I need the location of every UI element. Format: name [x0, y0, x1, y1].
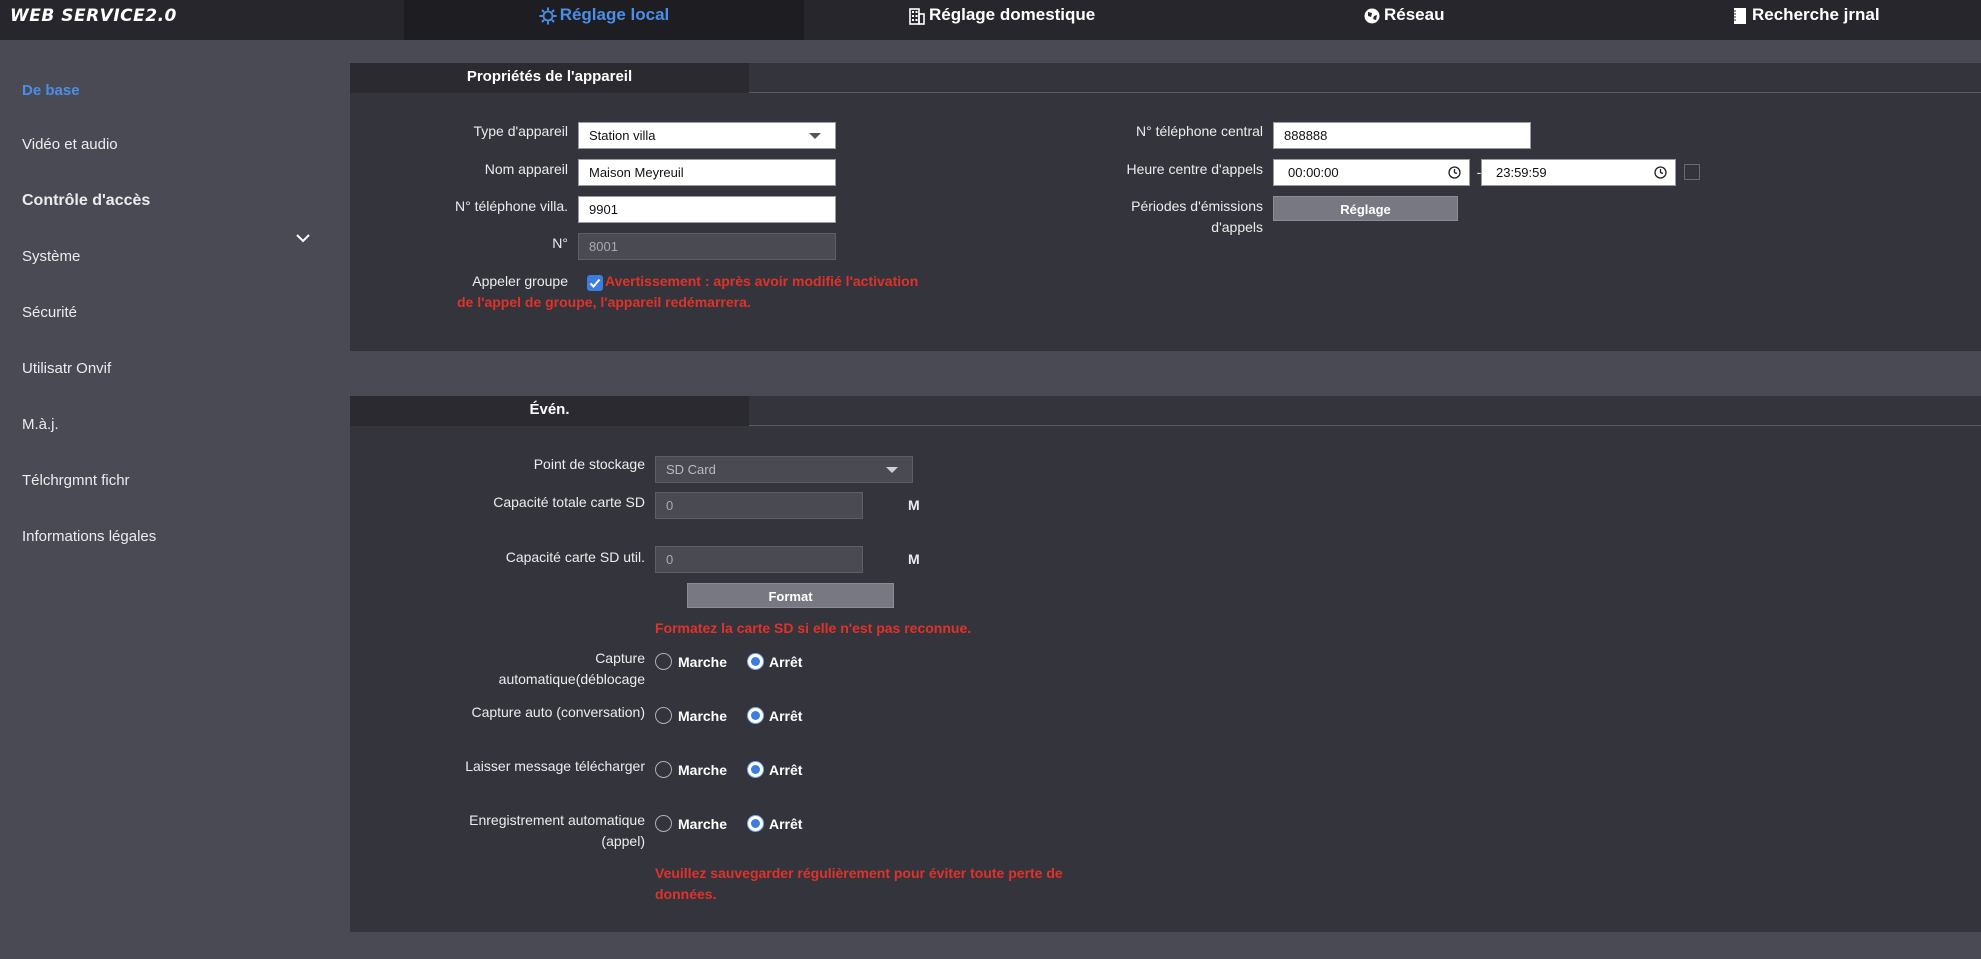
brand-logo: WEB SERVICE2.0 [10, 6, 177, 26]
tab-domestic-settings[interactable]: Réglage domestique [908, 0, 1095, 40]
call-periods-label: Périodes d'émissions d'appels [1131, 198, 1263, 235]
auto-capture-unlock-off-radio[interactable] [747, 653, 764, 670]
radio-off-label: Arrêt [769, 708, 803, 724]
villa-phone-input[interactable]: 9901 [578, 196, 836, 223]
radio-on-label: Marche [678, 708, 728, 724]
sidebar-item-system[interactable]: Système [22, 248, 80, 265]
sidebar-item-video-audio[interactable]: Vidéo et audio [22, 136, 118, 153]
storage-point-label: Point de stockage [533, 456, 645, 472]
sidebar-item-update[interactable]: M.à.j. [22, 416, 59, 433]
tab-label: Réglage local [559, 5, 670, 24]
events-panel: Évén. Point de stockage SD Card Capacité… [350, 396, 1981, 932]
sidebar-item-legal-info[interactable]: Informations légales [22, 528, 156, 545]
divider [749, 92, 1981, 93]
sd-used-unit: M [908, 551, 920, 567]
format-button[interactable]: Format [687, 583, 894, 608]
storage-point-select[interactable]: SD Card [655, 456, 913, 483]
call-center-hours-label: Heure centre d'appels [1126, 161, 1263, 177]
hours-enable-checkbox[interactable] [1684, 164, 1700, 180]
device-type-select[interactable]: Station villa [578, 122, 836, 149]
radio-off-label: Arrêt [769, 654, 803, 670]
auto-capture-conversation-on-radio[interactable] [655, 707, 672, 724]
auto-record-off-radio[interactable] [747, 815, 764, 832]
number-input: 8001 [578, 233, 836, 260]
device-properties-panel: Propriétés de l'appareil Type d'appareil… [350, 63, 1981, 351]
leave-message-on-radio[interactable] [655, 761, 672, 778]
hours-end-value: 23:59:59 [1496, 165, 1547, 180]
clock-icon[interactable] [1448, 166, 1461, 179]
hours-end-input[interactable]: 23:59:59 [1481, 159, 1676, 186]
auto-record-label: Enregistrement automatique (appel) [469, 812, 645, 849]
storage-point-value: SD Card [666, 462, 716, 477]
sidebar-item-basic[interactable]: De base [22, 82, 80, 99]
villa-phone-label: N° téléphone villa. [455, 198, 568, 214]
chevron-down-icon[interactable] [296, 233, 310, 243]
events-tab[interactable]: Évén. [350, 396, 749, 426]
leave-message-off-radio[interactable] [747, 761, 764, 778]
globe-icon [1364, 8, 1380, 24]
sidebar-item-security[interactable]: Sécurité [22, 304, 77, 321]
radio-on-label: Marche [678, 654, 728, 670]
sd-used-label: Capacité carte SD util. [505, 549, 645, 565]
tab-log-search[interactable]: Recherche jrnal [1731, 0, 1880, 40]
tab-local-settings[interactable]: Réglage local [404, 0, 804, 40]
device-properties-tab[interactable]: Propriétés de l'appareil [350, 63, 749, 93]
sd-total-label: Capacité totale carte SD [493, 494, 645, 510]
sd-total-input: 0 [655, 492, 863, 519]
leave-message-label: Laisser message télécharger [465, 758, 645, 774]
central-phone-label: N° téléphone central [1135, 123, 1263, 139]
hours-start-value: 00:00:00 [1288, 165, 1339, 180]
clock-icon[interactable] [1654, 166, 1667, 179]
sidebar: De base Vidéo et audio Contrôle d'accès … [0, 40, 330, 959]
auto-capture-unlock-label: Capture automatique(déblocage [498, 650, 645, 687]
hours-start-input[interactable]: 00:00:00 [1273, 159, 1470, 186]
save-hint: Veuillez sauvegarder régulièrement pour … [655, 865, 1063, 902]
divider [749, 425, 1981, 426]
tab-label: Recherche jrnal [1752, 5, 1880, 24]
sidebar-item-file-download[interactable]: Télchrgmnt fichr [22, 472, 130, 489]
device-type-label: Type d'appareil [473, 123, 568, 139]
device-name-label: Nom appareil [484, 161, 568, 177]
gear-icon [539, 7, 557, 25]
sidebar-item-onvif-user[interactable]: Utilisatr Onvif [22, 360, 111, 377]
radio-on-label: Marche [678, 762, 728, 778]
tab-label: Réseau [1384, 5, 1445, 24]
top-bar: WEB SERVICE2.0 Réglage local Réglage dom… [0, 0, 1981, 40]
auto-capture-conversation-off-radio[interactable] [747, 707, 764, 724]
radio-on-label: Marche [678, 816, 728, 832]
central-phone-input[interactable]: 888888 [1273, 122, 1531, 149]
caret-down-icon [886, 467, 898, 473]
auto-capture-unlock-on-radio[interactable] [655, 653, 672, 670]
group-call-warning: Avertissement : après avoir modifié l'ac… [457, 273, 919, 310]
format-hint: Formatez la carte SD si elle n'est pas r… [655, 620, 972, 636]
periods-settings-button[interactable]: Réglage [1273, 196, 1458, 221]
building-icon [909, 8, 925, 25]
sd-used-input: 0 [655, 546, 863, 573]
caret-down-icon [809, 133, 821, 139]
document-icon [1734, 8, 1746, 24]
tab-network[interactable]: Réseau [1363, 0, 1444, 40]
device-name-input[interactable]: Maison Meyreuil [578, 159, 836, 186]
sd-total-unit: M [908, 497, 920, 513]
number-label: N° [552, 235, 568, 251]
radio-off-label: Arrêt [769, 816, 803, 832]
device-type-value: Station villa [589, 128, 656, 143]
auto-record-on-radio[interactable] [655, 815, 672, 832]
auto-capture-conversation-label: Capture auto (conversation) [471, 704, 645, 720]
sidebar-item-access-control[interactable]: Contrôle d'accès [22, 192, 150, 210]
tab-label: Réglage domestique [929, 5, 1096, 24]
radio-off-label: Arrêt [769, 762, 803, 778]
